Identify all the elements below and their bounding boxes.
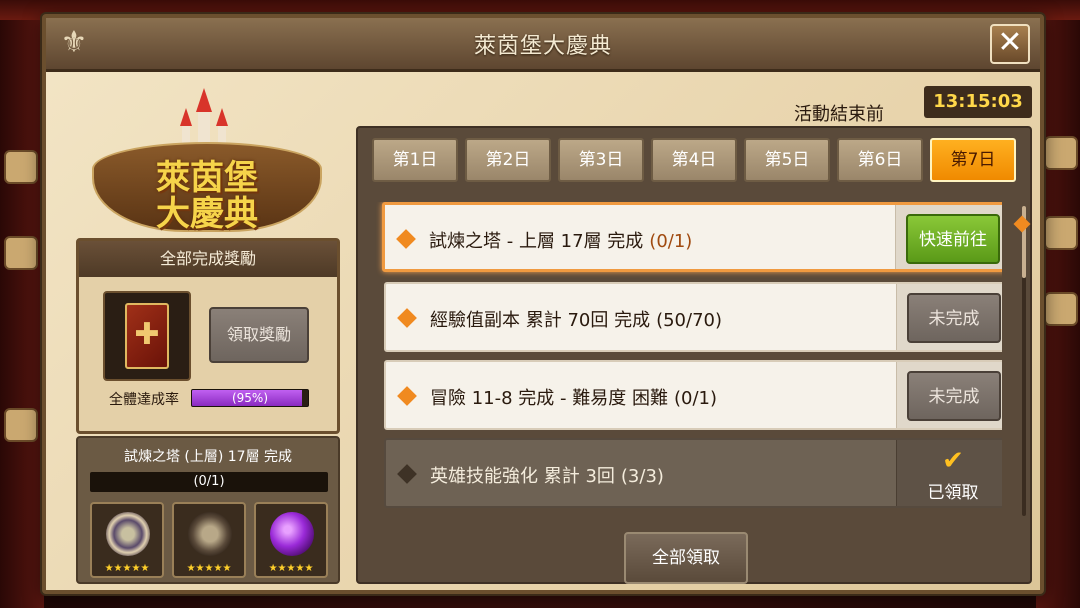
featured-mission-progress: (0/1)	[90, 472, 328, 492]
mission-row: 冒險 11-8 完成 - 難易度 困難 (0/1) 未完成	[384, 360, 1002, 430]
rarity-stars: ★★★★★	[104, 563, 150, 574]
mission-text: 冒險 11-8 完成 - 難易度 困難 (0/1)	[430, 388, 717, 409]
rarity-stars: ★★★★★	[268, 563, 314, 574]
tab-day-7[interactable]: 第7日	[930, 138, 1016, 182]
tab-day-5[interactable]: 第5日	[744, 138, 830, 182]
ring-item-icon	[106, 512, 150, 556]
reward-card-icon	[125, 303, 169, 369]
claimed-label: 已領取	[927, 483, 979, 503]
side-menu-icon[interactable]	[4, 408, 38, 442]
reward-item-ring[interactable]: ★★★★★	[90, 502, 164, 578]
skull-item-icon	[188, 512, 232, 556]
reward-card-slot[interactable]	[103, 291, 191, 381]
completion-rate-bar: (95%)	[191, 389, 309, 407]
mission-action-cell: ✔ 已領取	[896, 440, 1002, 506]
mission-action-cell: 快速前往	[895, 205, 1002, 269]
mission-row: 英雄技能強化 累計 3回 (3/3) ✔ 已領取	[384, 438, 1002, 508]
all-complete-reward-panel: 全部完成獎勵 領取獎勵 全體達成率 (95%)	[76, 238, 340, 434]
reward-item-orb[interactable]: ★★★★★	[254, 502, 328, 578]
close-button[interactable]: ✕	[990, 24, 1030, 64]
diamond-bullet-icon	[396, 229, 416, 249]
tab-day-6[interactable]: 第6日	[837, 138, 923, 182]
completion-rate-label: 全體達成率	[109, 392, 179, 408]
incomplete-button[interactable]: 未完成	[907, 293, 1001, 343]
side-menu-icon[interactable]	[4, 150, 38, 184]
logo-text-line2: 大慶典	[156, 194, 258, 234]
mission-action-cell: 未完成	[896, 362, 1002, 428]
mission-panel: 第1日 第2日 第3日 第4日 第5日 第6日 第7日 試煉之塔 - 上層 17…	[356, 126, 1032, 584]
close-icon: ✕	[997, 25, 1023, 60]
diamond-bullet-icon	[397, 308, 417, 328]
mission-row: 經驗值副本 累計 70回 完成 (50/70) 未完成	[384, 282, 1002, 352]
event-ends-label: 活動結束前	[794, 104, 884, 125]
side-menu-icon[interactable]	[4, 236, 38, 270]
completion-rate-text: (95%)	[231, 391, 269, 405]
mission-action-cell: 未完成	[896, 284, 1002, 350]
mission-text: 試煉之塔 - 上層 17層 完成 (0/1)	[429, 231, 693, 252]
rarity-stars: ★★★★★	[186, 563, 232, 574]
claim-reward-button[interactable]: 領取獎勵	[209, 307, 309, 363]
incomplete-button[interactable]: 未完成	[907, 371, 1001, 421]
tab-day-1[interactable]: 第1日	[372, 138, 458, 182]
all-complete-header: 全部完成獎勵	[79, 241, 337, 277]
tab-day-4[interactable]: 第4日	[651, 138, 737, 182]
logo-text-line1: 萊茵堡	[156, 158, 258, 198]
side-menu-icon[interactable]	[1044, 216, 1078, 250]
side-menu-icon[interactable]	[1044, 136, 1078, 170]
featured-mission-title: 試煉之塔 (上層) 17層 完成	[123, 449, 293, 465]
reward-item-skull[interactable]: ★★★★★	[172, 502, 246, 578]
mission-row[interactable]: 試煉之塔 - 上層 17層 完成 (0/1) 快速前往	[382, 202, 1002, 272]
checkmark-icon: ✔	[942, 446, 964, 476]
mission-scrollbar[interactable]	[1022, 206, 1026, 516]
game-background-left	[0, 20, 44, 608]
mission-text: 英雄技能強化 累計 3回 (3/3)	[430, 466, 664, 487]
tab-day-2[interactable]: 第2日	[465, 138, 551, 182]
side-menu-icon[interactable]	[1044, 292, 1078, 326]
orb-item-icon	[270, 512, 314, 556]
mission-list: 試煉之塔 - 上層 17層 完成 (0/1) 快速前往 經驗值副本 累計 70回 …	[372, 202, 1002, 518]
featured-mission-panel: 試煉之塔 (上層) 17層 完成 (0/1) ★★★★★ ★★★★★ ★★★★★	[76, 436, 340, 584]
event-window: ⚜ 萊茵堡大慶典 ✕ 活動結束前 13:15:03 萊茵堡 大慶典 全部完成獎勵…	[42, 14, 1044, 594]
mission-text: 經驗值副本 累計 70回 完成 (50/70)	[430, 310, 722, 331]
quick-go-button[interactable]: 快速前往	[906, 214, 1000, 264]
tab-day-3[interactable]: 第3日	[558, 138, 644, 182]
diamond-bullet-icon	[397, 464, 417, 484]
diamond-bullet-icon	[397, 386, 417, 406]
claim-all-button[interactable]: 全部領取	[624, 532, 748, 584]
window-title: 萊茵堡大慶典	[473, 34, 612, 59]
title-bar: ⚜ 萊茵堡大慶典 ✕	[46, 18, 1040, 72]
event-timer: 13:15:03	[924, 86, 1032, 118]
event-logo: 萊茵堡 大慶典	[82, 88, 332, 248]
